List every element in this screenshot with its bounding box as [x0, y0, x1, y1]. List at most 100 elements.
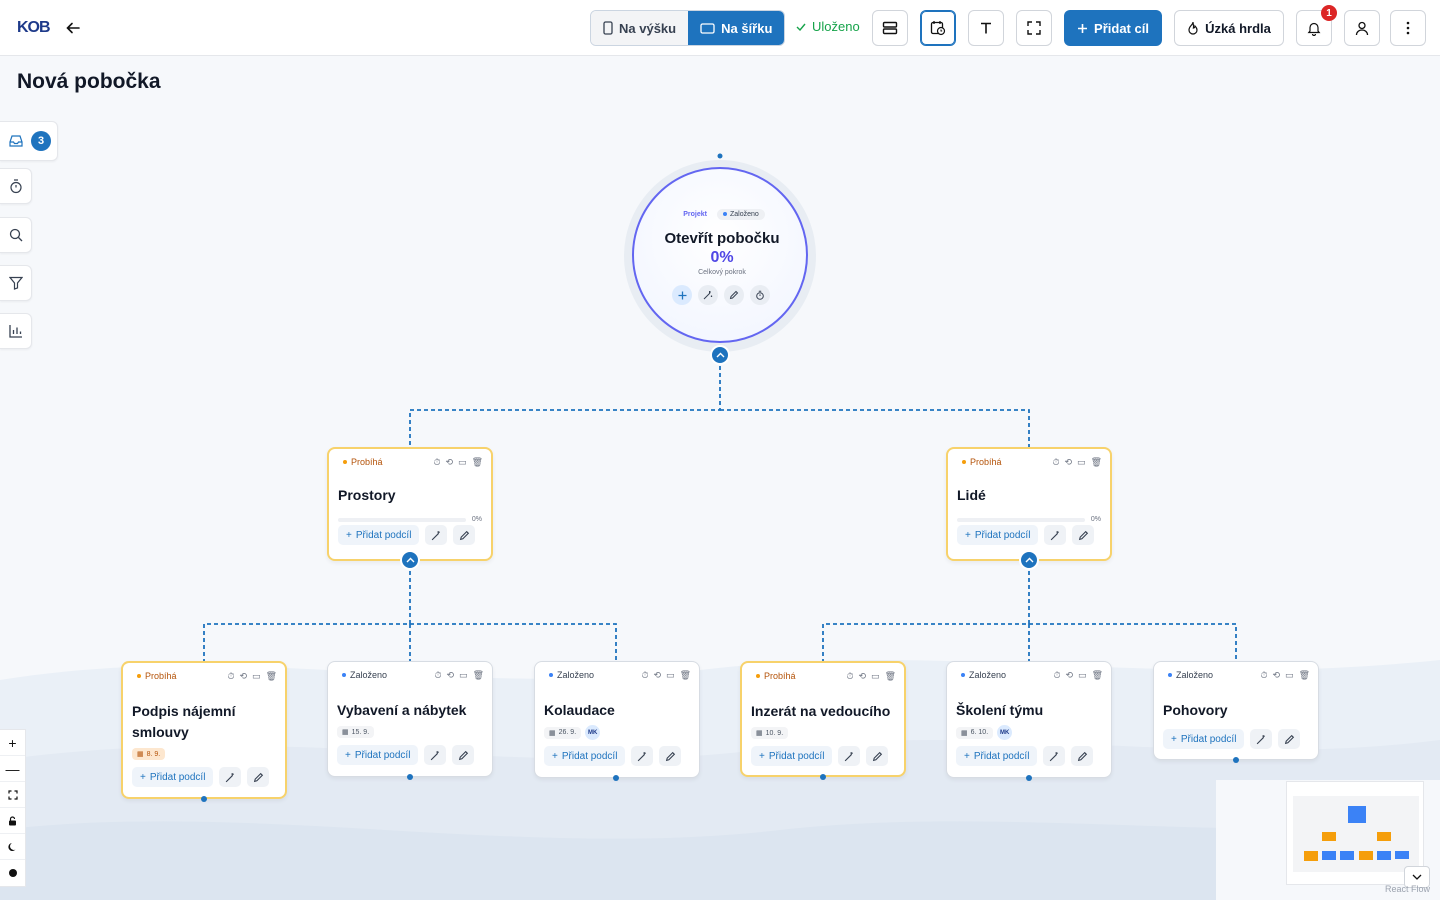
card-tools: ⏱ ⟲ ▭ 🗑 [1052, 457, 1102, 468]
connection-handle[interactable] [201, 796, 207, 802]
magic-button[interactable] [631, 746, 654, 766]
connection-handle[interactable] [613, 775, 619, 781]
add-subgoal-button[interactable]: + Přidat podcíl [956, 746, 1038, 766]
trash-icon[interactable]: 🗑 [1092, 670, 1103, 681]
trash-icon[interactable]: 🗑 [1091, 457, 1102, 468]
filter-button[interactable] [0, 265, 32, 301]
subgoal-card[interactable]: Založeno ⏱ ⟲ ▭ 🗑 Vybavení a nábytek ▦ 15. 9.… [327, 661, 493, 777]
add-subgoal-button[interactable]: + Přidat podcíl [132, 767, 214, 787]
trash-icon[interactable]: 🗑 [680, 670, 691, 681]
palette-icon[interactable] [0, 860, 25, 886]
root-add-button[interactable] [672, 285, 692, 305]
inbox-icon[interactable]: ▭ [458, 457, 467, 468]
root-timer-button[interactable] [750, 285, 770, 305]
subgoal-card[interactable]: Založeno ⏱ ⟲ ▭ 🗑 Kolaudace ▦ 26. 9. MK + Přid… [534, 661, 700, 778]
inbox-icon[interactable]: ▭ [252, 671, 261, 682]
add-subgoal-button[interactable]: + Přidat podcíl [337, 745, 419, 765]
root-magic-button[interactable] [698, 285, 718, 305]
trash-icon[interactable]: 🗑 [266, 671, 277, 682]
statistics-button[interactable] [0, 313, 32, 349]
timer-button[interactable] [0, 168, 32, 204]
edit-button[interactable] [1072, 525, 1095, 545]
subgoal-card[interactable]: Probíhá ⏱ ⟲ ▭ 🗑 Inzerát na vedoucího ▦ 10. 9… [740, 661, 906, 777]
search-button[interactable] [0, 217, 32, 253]
magic-button[interactable] [219, 767, 242, 787]
add-subgoal-button[interactable]: + Přidat podcíl [751, 746, 833, 766]
subgoal-title: Podpis nájemní smlouvy [132, 703, 236, 740]
refresh-icon[interactable]: ⟲ [1066, 670, 1074, 681]
refresh-icon[interactable]: ⟲ [446, 457, 454, 468]
pencil-icon [459, 530, 470, 540]
subgoal-card[interactable]: Probíhá ⏱ ⟲ ▭ 🗑 Podpis nájemní smlouvy ▦ 8. … [121, 661, 287, 799]
refresh-icon[interactable]: ⟲ [859, 671, 867, 682]
project-tag: Projekt [683, 211, 707, 218]
assignee-avatar[interactable]: MK [585, 725, 601, 740]
assignee-avatar[interactable]: MK [997, 725, 1013, 740]
timer-icon[interactable]: ⏱ [1052, 457, 1059, 468]
timer-icon[interactable]: ⏱ [846, 671, 853, 682]
refresh-icon[interactable]: ⟲ [447, 670, 455, 681]
root-goal-node[interactable]: Projekt Založeno Otevřít pobočku 0% Celk… [632, 167, 808, 343]
magic-button[interactable] [1250, 729, 1273, 749]
refresh-icon[interactable]: ⟲ [1273, 670, 1281, 681]
trash-icon[interactable]: 🗑 [885, 671, 896, 682]
add-subgoal-button[interactable]: + Přidat podcíl [544, 746, 626, 766]
goal-collapse-button[interactable] [1019, 550, 1039, 570]
moon-icon[interactable] [0, 834, 25, 860]
connection-handle[interactable] [1026, 775, 1032, 781]
refresh-icon[interactable]: ⟲ [654, 670, 662, 681]
edit-button[interactable] [247, 767, 270, 787]
edit-button[interactable] [866, 746, 889, 766]
edit-button[interactable] [453, 525, 476, 545]
connection-handle[interactable] [407, 774, 413, 780]
add-subgoal-button[interactable]: + Přidat podcíl [957, 525, 1039, 545]
fit-view-icon[interactable] [0, 782, 25, 808]
react-flow-attribution[interactable]: React Flow [1385, 884, 1430, 894]
inbox-icon[interactable]: ▭ [459, 670, 468, 681]
goal-collapse-button[interactable] [400, 550, 420, 570]
goal-card[interactable]: Probíhá ⏱ ⟲ ▭ 🗑 Lidé 0% + Přidat podcíl [946, 447, 1112, 561]
magic-button[interactable] [838, 746, 861, 766]
inbox-icon[interactable]: ▭ [666, 670, 675, 681]
subgoal-card[interactable]: Založeno ⏱ ⟲ ▭ 🗑 Pohovory + Přidat podcíl [1153, 661, 1319, 760]
timer-icon[interactable]: ⏱ [227, 671, 234, 682]
connection-handle[interactable] [1233, 757, 1239, 763]
timer-icon[interactable]: ⏱ [433, 457, 440, 468]
root-progress-label: Celkový pokrok [698, 269, 746, 276]
magic-button[interactable] [425, 525, 448, 545]
refresh-icon[interactable]: ⟲ [240, 671, 248, 682]
root-collapse-button[interactable] [710, 345, 730, 365]
edit-button[interactable] [1071, 746, 1094, 766]
trash-icon[interactable]: 🗑 [1299, 670, 1310, 681]
edit-button[interactable] [659, 746, 682, 766]
inbox-button[interactable]: 3 [0, 121, 58, 161]
timer-icon[interactable]: ⏱ [434, 670, 441, 681]
subgoal-card[interactable]: Založeno ⏱ ⟲ ▭ 🗑 Školení týmu ▦ 6. 10. MK + P… [946, 661, 1112, 778]
edit-button[interactable] [1278, 729, 1301, 749]
inbox-icon[interactable]: ▭ [1078, 670, 1087, 681]
calendar-icon: ▦ [756, 730, 763, 737]
timer-icon[interactable]: ⏱ [1053, 670, 1060, 681]
connection-handle[interactable] [820, 774, 826, 780]
add-subgoal-button[interactable]: + Přidat podcíl [338, 525, 420, 545]
inbox-icon[interactable]: ▭ [1077, 457, 1086, 468]
zoom-in-icon[interactable]: + [0, 730, 25, 756]
add-subgoal-button[interactable]: + Přidat podcíl [1163, 729, 1245, 749]
magic-button[interactable] [1043, 746, 1066, 766]
magic-button[interactable] [424, 745, 447, 765]
refresh-icon[interactable]: ⟲ [1065, 457, 1073, 468]
goal-card[interactable]: Probíhá ⏱ ⟲ ▭ 🗑 Prostory 0% + Přidat podcíl [327, 447, 493, 561]
root-edit-button[interactable] [724, 285, 744, 305]
root-progress: 0% [710, 249, 734, 266]
trash-icon[interactable]: 🗑 [472, 457, 483, 468]
timer-icon[interactable]: ⏱ [1260, 670, 1267, 681]
lock-icon[interactable] [0, 808, 25, 834]
inbox-icon[interactable]: ▭ [1285, 670, 1294, 681]
inbox-icon[interactable]: ▭ [871, 671, 880, 682]
pencil-icon [729, 290, 739, 300]
edit-button[interactable] [452, 745, 475, 765]
magic-button[interactable] [1044, 525, 1067, 545]
zoom-out-icon[interactable]: — [0, 756, 25, 782]
timer-icon[interactable]: ⏱ [641, 670, 648, 681]
trash-icon[interactable]: 🗑 [473, 670, 484, 681]
